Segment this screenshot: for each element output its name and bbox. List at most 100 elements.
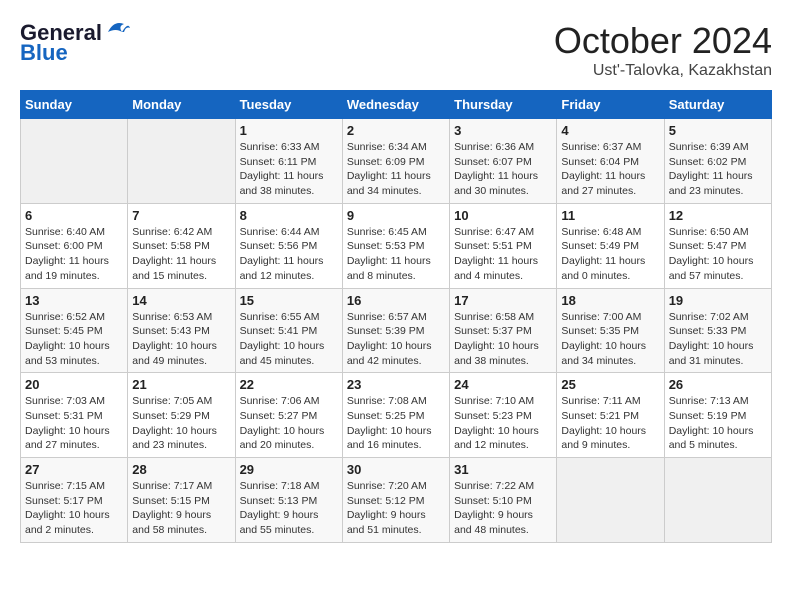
day-number: 17 — [454, 293, 552, 308]
day-info: Sunrise: 6:44 AM Sunset: 5:56 PM Dayligh… — [240, 225, 338, 284]
day-info: Sunrise: 6:42 AM Sunset: 5:58 PM Dayligh… — [132, 225, 230, 284]
calendar-cell: 3 Sunrise: 6:36 AM Sunset: 6:07 PM Daylig… — [450, 119, 557, 204]
weekday-header-sunday: Sunday — [21, 91, 128, 119]
week-row-4: 20 Sunrise: 7:03 AM Sunset: 5:31 PM Dayli… — [21, 373, 772, 458]
day-number: 5 — [669, 123, 767, 138]
day-number: 27 — [25, 462, 123, 477]
weekday-header-row: SundayMondayTuesdayWednesdayThursdayFrid… — [21, 91, 772, 119]
day-number: 24 — [454, 377, 552, 392]
day-info: Sunrise: 6:50 AM Sunset: 5:47 PM Dayligh… — [669, 225, 767, 284]
calendar-cell — [128, 119, 235, 204]
day-number: 12 — [669, 208, 767, 223]
day-info: Sunrise: 6:58 AM Sunset: 5:37 PM Dayligh… — [454, 310, 552, 369]
day-number: 18 — [561, 293, 659, 308]
day-info: Sunrise: 6:33 AM Sunset: 6:11 PM Dayligh… — [240, 140, 338, 199]
bird-icon — [104, 18, 132, 40]
calendar-cell — [557, 458, 664, 543]
day-info: Sunrise: 6:34 AM Sunset: 6:09 PM Dayligh… — [347, 140, 445, 199]
calendar-cell: 17 Sunrise: 6:58 AM Sunset: 5:37 PM Dayli… — [450, 288, 557, 373]
title-area: October 2024 Ust'-Talovka, Kazakhstan — [554, 20, 772, 80]
day-number: 23 — [347, 377, 445, 392]
day-number: 20 — [25, 377, 123, 392]
calendar-cell: 11 Sunrise: 6:48 AM Sunset: 5:49 PM Dayli… — [557, 203, 664, 288]
calendar-subtitle: Ust'-Talovka, Kazakhstan — [554, 62, 772, 80]
weekday-header-monday: Monday — [128, 91, 235, 119]
day-info: Sunrise: 7:05 AM Sunset: 5:29 PM Dayligh… — [132, 394, 230, 453]
logo-blue: Blue — [20, 40, 68, 66]
calendar-cell: 20 Sunrise: 7:03 AM Sunset: 5:31 PM Dayli… — [21, 373, 128, 458]
day-info: Sunrise: 6:57 AM Sunset: 5:39 PM Dayligh… — [347, 310, 445, 369]
calendar-cell: 4 Sunrise: 6:37 AM Sunset: 6:04 PM Daylig… — [557, 119, 664, 204]
day-number: 19 — [669, 293, 767, 308]
calendar-cell: 30 Sunrise: 7:20 AM Sunset: 5:12 PM Dayli… — [342, 458, 449, 543]
day-number: 11 — [561, 208, 659, 223]
calendar-cell: 18 Sunrise: 7:00 AM Sunset: 5:35 PM Dayli… — [557, 288, 664, 373]
calendar-cell: 12 Sunrise: 6:50 AM Sunset: 5:47 PM Dayli… — [664, 203, 771, 288]
day-info: Sunrise: 6:48 AM Sunset: 5:49 PM Dayligh… — [561, 225, 659, 284]
day-number: 26 — [669, 377, 767, 392]
day-number: 16 — [347, 293, 445, 308]
day-number: 3 — [454, 123, 552, 138]
weekday-header-saturday: Saturday — [664, 91, 771, 119]
day-info: Sunrise: 7:08 AM Sunset: 5:25 PM Dayligh… — [347, 394, 445, 453]
day-number: 13 — [25, 293, 123, 308]
day-info: Sunrise: 7:17 AM Sunset: 5:15 PM Dayligh… — [132, 479, 230, 538]
day-number: 7 — [132, 208, 230, 223]
day-info: Sunrise: 6:47 AM Sunset: 5:51 PM Dayligh… — [454, 225, 552, 284]
calendar-cell: 9Sunrise: 6:45 AM Sunset: 5:53 PM Daylig… — [342, 203, 449, 288]
calendar-table: SundayMondayTuesdayWednesdayThursdayFrid… — [20, 90, 772, 543]
calendar-cell: 10 Sunrise: 6:47 AM Sunset: 5:51 PM Dayli… — [450, 203, 557, 288]
day-info: Sunrise: 6:52 AM Sunset: 5:45 PM Dayligh… — [25, 310, 123, 369]
day-number: 30 — [347, 462, 445, 477]
calendar-cell: 27 Sunrise: 7:15 AM Sunset: 5:17 PM Dayli… — [21, 458, 128, 543]
day-number: 10 — [454, 208, 552, 223]
calendar-cell: 5 Sunrise: 6:39 AM Sunset: 6:02 PM Daylig… — [664, 119, 771, 204]
day-info: Sunrise: 7:13 AM Sunset: 5:19 PM Dayligh… — [669, 394, 767, 453]
calendar-cell: 13 Sunrise: 6:52 AM Sunset: 5:45 PM Dayli… — [21, 288, 128, 373]
calendar-cell: 16 Sunrise: 6:57 AM Sunset: 5:39 PM Dayli… — [342, 288, 449, 373]
calendar-cell: 8 Sunrise: 6:44 AM Sunset: 5:56 PM Daylig… — [235, 203, 342, 288]
day-info: Sunrise: 7:11 AM Sunset: 5:21 PM Dayligh… — [561, 394, 659, 453]
week-row-5: 27 Sunrise: 7:15 AM Sunset: 5:17 PM Dayli… — [21, 458, 772, 543]
day-info: Sunrise: 6:39 AM Sunset: 6:02 PM Dayligh… — [669, 140, 767, 199]
day-info: Sunrise: 6:40 AM Sunset: 6:00 PM Dayligh… — [25, 225, 123, 284]
day-info: Sunrise: 6:53 AM Sunset: 5:43 PM Dayligh… — [132, 310, 230, 369]
day-info: Sunrise: 7:00 AM Sunset: 5:35 PM Dayligh… — [561, 310, 659, 369]
week-row-1: 1 Sunrise: 6:33 AM Sunset: 6:11 PM Daylig… — [21, 119, 772, 204]
header: General Blue October 2024 Ust'-Talovka, … — [20, 20, 772, 80]
day-info: Sunrise: 7:20 AM Sunset: 5:12 PM Dayligh… — [347, 479, 445, 538]
calendar-cell: 2 Sunrise: 6:34 AM Sunset: 6:09 PM Daylig… — [342, 119, 449, 204]
calendar-cell: 25Sunrise: 7:11 AM Sunset: 5:21 PM Dayli… — [557, 373, 664, 458]
day-number: 14 — [132, 293, 230, 308]
week-row-2: 6Sunrise: 6:40 AM Sunset: 6:00 PM Daylig… — [21, 203, 772, 288]
day-number: 4 — [561, 123, 659, 138]
calendar-cell: 7 Sunrise: 6:42 AM Sunset: 5:58 PM Daylig… — [128, 203, 235, 288]
day-info: Sunrise: 6:36 AM Sunset: 6:07 PM Dayligh… — [454, 140, 552, 199]
weekday-header-wednesday: Wednesday — [342, 91, 449, 119]
calendar-cell: 24 Sunrise: 7:10 AM Sunset: 5:23 PM Dayli… — [450, 373, 557, 458]
day-info: Sunrise: 7:02 AM Sunset: 5:33 PM Dayligh… — [669, 310, 767, 369]
week-row-3: 13 Sunrise: 6:52 AM Sunset: 5:45 PM Dayli… — [21, 288, 772, 373]
calendar-cell — [21, 119, 128, 204]
calendar-cell: 31Sunrise: 7:22 AM Sunset: 5:10 PM Dayli… — [450, 458, 557, 543]
day-info: Sunrise: 7:10 AM Sunset: 5:23 PM Dayligh… — [454, 394, 552, 453]
logo: General Blue — [20, 20, 132, 66]
calendar-cell: 29Sunrise: 7:18 AM Sunset: 5:13 PM Dayli… — [235, 458, 342, 543]
day-info: Sunrise: 6:45 AM Sunset: 5:53 PM Dayligh… — [347, 225, 445, 284]
day-info: Sunrise: 7:15 AM Sunset: 5:17 PM Dayligh… — [25, 479, 123, 538]
calendar-cell: 22 Sunrise: 7:06 AM Sunset: 5:27 PM Dayli… — [235, 373, 342, 458]
day-info: Sunrise: 7:06 AM Sunset: 5:27 PM Dayligh… — [240, 394, 338, 453]
day-number: 2 — [347, 123, 445, 138]
day-number: 22 — [240, 377, 338, 392]
calendar-cell: 1 Sunrise: 6:33 AM Sunset: 6:11 PM Daylig… — [235, 119, 342, 204]
day-info: Sunrise: 6:37 AM Sunset: 6:04 PM Dayligh… — [561, 140, 659, 199]
calendar-cell: 28Sunrise: 7:17 AM Sunset: 5:15 PM Dayli… — [128, 458, 235, 543]
day-number: 8 — [240, 208, 338, 223]
calendar-cell: 19 Sunrise: 7:02 AM Sunset: 5:33 PM Dayli… — [664, 288, 771, 373]
day-info: Sunrise: 7:03 AM Sunset: 5:31 PM Dayligh… — [25, 394, 123, 453]
day-number: 1 — [240, 123, 338, 138]
weekday-header-friday: Friday — [557, 91, 664, 119]
weekday-header-thursday: Thursday — [450, 91, 557, 119]
day-number: 15 — [240, 293, 338, 308]
day-info: Sunrise: 7:22 AM Sunset: 5:10 PM Dayligh… — [454, 479, 552, 538]
